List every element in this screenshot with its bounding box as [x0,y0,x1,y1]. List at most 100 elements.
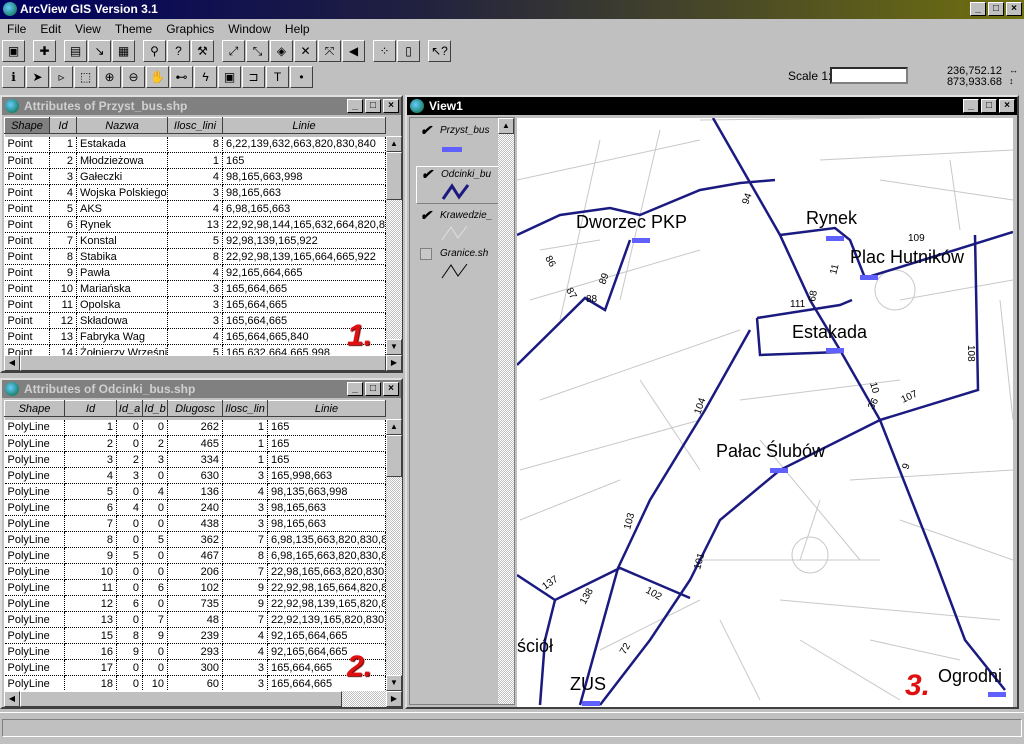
cell-ilosc_lin[interactable]: 9 [222,595,268,612]
cell-id[interactable]: 10 [49,280,77,297]
scroll-thumb[interactable] [20,691,342,707]
cell-shape[interactable]: Point [4,200,50,217]
cell-dlugosc[interactable]: 239 [167,627,223,644]
edit-legend-icon[interactable]: ↘ [88,40,111,62]
cell-ilosc_lin[interactable]: 7 [222,563,268,580]
cell-ilosc_lini[interactable]: 4 [167,200,223,217]
table-row[interactable]: PolyLine 7 0 0 438 3 98,165,663 [4,515,386,532]
menu-view[interactable]: View [68,20,108,38]
menu-graphics[interactable]: Graphics [159,20,221,38]
menu-edit[interactable]: Edit [33,20,68,38]
column-header-shape[interactable]: Shape [4,400,65,417]
theme-properties-icon[interactable]: ▤ [64,40,87,62]
cell-id_b[interactable]: 10 [142,675,168,691]
cell-nazwa[interactable]: AKS [76,200,168,217]
cell-dlugosc[interactable]: 630 [167,467,223,484]
cell-shape[interactable]: PolyLine [4,531,65,548]
maximize-button[interactable]: □ [981,99,997,113]
cell-dlugosc[interactable]: 362 [167,531,223,548]
cell-id_b[interactable]: 0 [142,563,168,580]
cell-id_a[interactable]: 4 [116,499,143,516]
cell-linie[interactable]: 98,165,663 [267,499,386,516]
cell-id_a[interactable]: 0 [116,659,143,676]
cell-id_a[interactable]: 9 [116,643,143,660]
cell-ilosc_lin[interactable]: 1 [222,435,268,452]
cell-dlugosc[interactable]: 735 [167,595,223,612]
scale-input[interactable] [830,67,908,84]
close-button[interactable]: × [999,99,1015,113]
table-row[interactable]: PolyLine 12 6 0 735 9 22,92,98,139,165,820,8 [4,595,386,612]
cell-linie[interactable]: 92,165,664,665 [222,264,386,281]
area-of-interest-icon[interactable]: ▣ [218,66,241,88]
cell-dlugosc[interactable]: 136 [167,483,223,500]
table-row[interactable]: PolyLine 2 0 2 465 1 165 [4,435,386,452]
draw-point-icon[interactable]: • [290,66,313,88]
find-icon[interactable]: ⚲ [143,40,166,62]
cell-id_a[interactable]: 0 [116,419,143,436]
cell-shape[interactable]: PolyLine [4,563,65,580]
open-table-icon[interactable]: ▦ [112,40,135,62]
legend-item-odcinki-bus[interactable]: ✔ Odcinki_bu [416,166,508,204]
cell-linie[interactable]: 98,135,663,998 [267,483,386,500]
cell-ilosc_lin[interactable]: 4 [222,643,268,660]
checkbox-checked-icon[interactable]: ✔ [420,123,432,137]
table-row[interactable]: PolyLine 13 0 7 48 7 22,92,139,165,820,830 [4,611,386,628]
cell-id_a[interactable]: 0 [116,675,143,691]
cell-ilosc_lini[interactable]: 13 [167,216,223,233]
cell-id[interactable]: 16 [64,643,117,660]
cell-id_b[interactable]: 0 [142,419,168,436]
scroll-left-button[interactable]: ◀ [4,355,20,371]
cell-id_a[interactable]: 3 [116,467,143,484]
legend-item-krawedzie[interactable]: ✔ Krawedzie_ [416,208,508,246]
cell-shape[interactable]: PolyLine [4,595,65,612]
cell-id[interactable]: 13 [64,611,117,628]
cell-dlugosc[interactable]: 60 [167,675,223,691]
cell-ilosc_lin[interactable]: 4 [222,627,268,644]
cell-id[interactable]: 8 [49,248,77,265]
cell-shape[interactable]: Point [4,296,50,313]
measure-icon[interactable]: ⊷ [170,66,193,88]
cell-id_a[interactable]: 2 [116,451,143,468]
table-row[interactable]: Point 9 Pawła 4 92,165,664,665 [4,264,386,281]
cell-shape[interactable]: PolyLine [4,515,65,532]
zoom-out-icon[interactable]: ⊖ [122,66,145,88]
cell-dlugosc[interactable]: 467 [167,547,223,564]
cell-shape[interactable]: PolyLine [4,467,65,484]
cell-linie[interactable]: 22,92,98,144,165,632,664,820,83 [222,216,386,233]
cell-linie[interactable]: 165,664,665 [222,296,386,313]
cell-id_b[interactable]: 5 [142,531,168,548]
cell-linie[interactable]: 165 [267,419,386,436]
hotlink-tool-icon[interactable]: ϟ [194,66,217,88]
table-row[interactable]: PolyLine 8 0 5 362 7 6,98,135,663,820,830,8 [4,531,386,548]
cell-ilosc_lini[interactable]: 8 [167,248,223,265]
cell-shape[interactable]: PolyLine [4,499,65,516]
cell-id_a[interactable]: 8 [116,627,143,644]
cell-ilosc_lin[interactable]: 7 [222,611,268,628]
zoom-in-icon[interactable]: ⊕ [98,66,121,88]
cell-id_b[interactable]: 0 [142,595,168,612]
cell-shape[interactable]: Point [4,344,50,355]
cell-linie[interactable]: 22,92,98,139,165,664,665,922 [222,248,386,265]
zoom-out-fixed-icon[interactable]: ⤧ [318,40,341,62]
cell-shape[interactable]: PolyLine [4,547,65,564]
cell-nazwa[interactable]: Wojska Polskiego [76,184,168,201]
cell-nazwa[interactable]: Młodzieżowa [76,152,168,169]
cell-id[interactable]: 3 [64,451,117,468]
menu-file[interactable]: File [0,20,33,38]
minimize-button[interactable]: _ [963,99,979,113]
table-row[interactable]: Point 1 Estakada 8 6,22,139,632,663,820,830,… [4,136,386,153]
cell-id_b[interactable]: 0 [142,515,168,532]
cell-shape[interactable]: Point [4,328,50,345]
cell-shape[interactable]: PolyLine [4,419,65,436]
cell-ilosc_lin[interactable]: 1 [222,451,268,468]
cell-id[interactable]: 1 [49,136,77,153]
scroll-thumb[interactable] [386,152,402,200]
cell-linie[interactable]: 165 [222,152,386,169]
column-header-id_b[interactable]: Id_b [142,400,168,417]
cell-shape[interactable]: Point [4,264,50,281]
select-graphics-icon[interactable]: ⁘ [373,40,396,62]
cell-id_a[interactable]: 0 [116,563,143,580]
query-icon[interactable]: ? [167,40,190,62]
cell-id[interactable]: 13 [49,328,77,345]
table-row[interactable]: Point 11 Opolska 3 165,664,665 [4,296,386,313]
